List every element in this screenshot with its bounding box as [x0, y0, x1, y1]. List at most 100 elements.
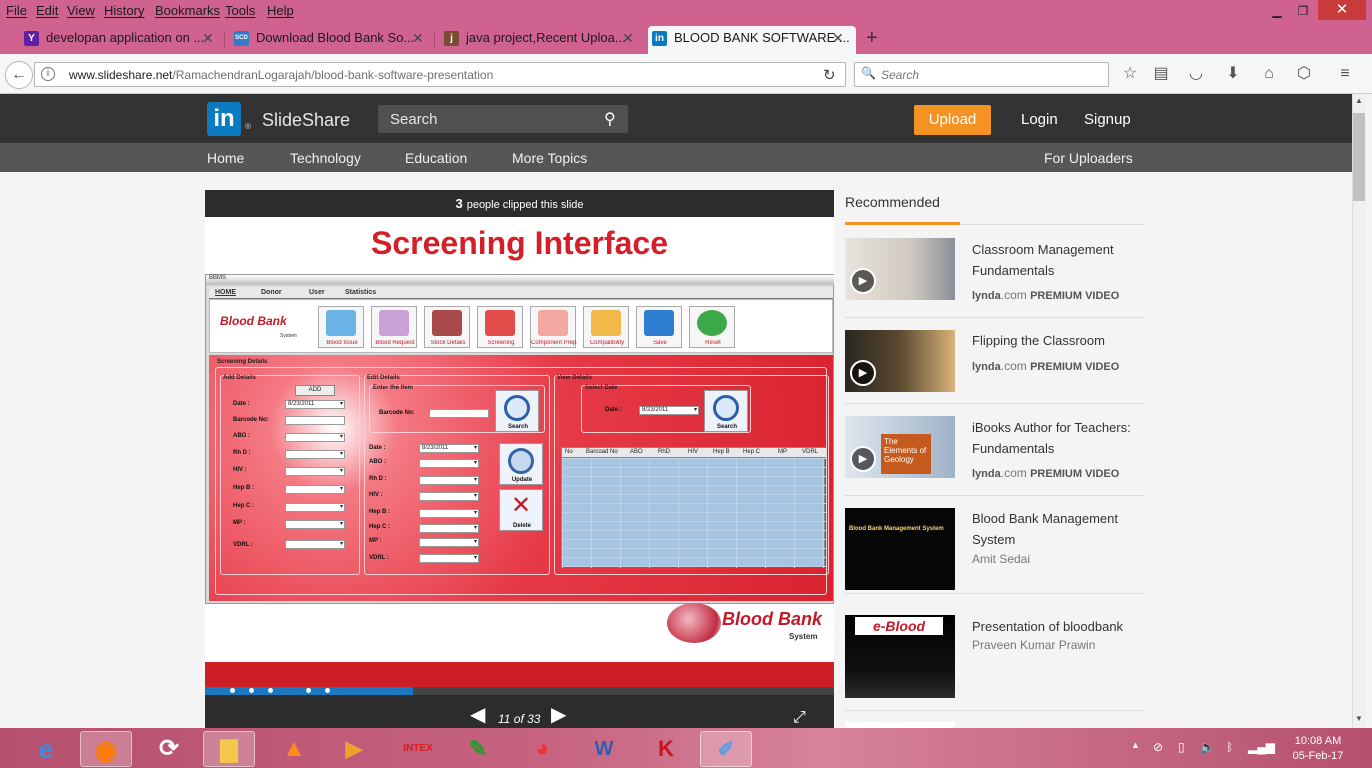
- extension-icon[interactable]: ⬡: [1294, 64, 1314, 84]
- url-bar[interactable]: i www.slideshare.net/RamachendranLogaraj…: [34, 62, 846, 87]
- notepad-plus-icon[interactable]: ✎: [452, 731, 504, 767]
- slide-view[interactable]: Screening Interface BBMS HOME Donor User…: [205, 217, 834, 687]
- nav-education[interactable]: Education: [405, 150, 467, 166]
- next-slide-icon[interactable]: ▶: [551, 702, 566, 727]
- bookmark-star-icon[interactable]: ☆: [1120, 64, 1140, 84]
- menu-bookmarks[interactable]: Bookmarks: [155, 3, 220, 18]
- recommended-title[interactable]: Blood Bank Management System: [972, 508, 1144, 550]
- hamburger-menu-icon[interactable]: ≡: [1335, 64, 1355, 84]
- progress-dot[interactable]: [249, 688, 254, 693]
- slide-thumbnail[interactable]: e-Blood: [845, 615, 955, 698]
- prev-slide-icon[interactable]: ◀: [470, 702, 485, 727]
- tab-blood-bank-active[interactable]: in BLOOD BANK SOFTWARE ... ✕: [648, 26, 856, 54]
- kaspersky-icon[interactable]: K: [640, 731, 692, 767]
- linkedin-logo[interactable]: in: [207, 102, 241, 136]
- window-close-button[interactable]: ✕: [1318, 0, 1366, 20]
- internet-explorer-icon[interactable]: e: [20, 731, 72, 767]
- intex-app-icon[interactable]: INTEX: [392, 731, 444, 767]
- upload-button[interactable]: Upload: [914, 105, 991, 135]
- recommended-item[interactable]: e-Blood Presentation of bloodbank Pravee…: [845, 594, 1144, 711]
- recommended-item[interactable]: The Elements of Geology ▶ iBooks Author …: [845, 404, 1144, 496]
- close-tab-icon[interactable]: ✕: [832, 30, 844, 46]
- recommended-author[interactable]: Praveen Kumar Prawin: [972, 638, 1095, 652]
- pocket-icon[interactable]: ◡: [1186, 64, 1206, 84]
- close-tab-icon[interactable]: ✕: [412, 30, 424, 46]
- search-icon[interactable]: ⚲: [604, 109, 616, 129]
- volume-tray-icon[interactable]: 🔈: [1200, 740, 1215, 754]
- tray-expand-icon[interactable]: ▲: [1131, 740, 1140, 750]
- recommended-tab[interactable]: Recommended: [845, 194, 940, 210]
- progress-dot[interactable]: [325, 688, 330, 693]
- paint-icon[interactable]: ✐: [700, 731, 752, 767]
- site-search-input[interactable]: Search ⚲: [378, 105, 628, 133]
- edit-hepb-select: [419, 509, 479, 518]
- fullscreen-icon[interactable]: ⤢: [793, 709, 806, 727]
- nav-for-uploaders[interactable]: For Uploaders: [1044, 150, 1133, 166]
- menu-view[interactable]: View: [67, 3, 95, 18]
- browser-search-box[interactable]: 🔍 Search: [854, 62, 1109, 87]
- bluetooth-tray-icon[interactable]: ᛒ: [1226, 740, 1233, 754]
- progress-dot[interactable]: [268, 688, 273, 693]
- menu-edit[interactable]: Edit: [36, 3, 58, 18]
- recommended-title[interactable]: Presentation of bloodbank: [972, 616, 1144, 637]
- sync-app-icon[interactable]: ⟳: [143, 731, 195, 767]
- file-explorer-icon[interactable]: ▇: [203, 731, 255, 767]
- play-icon[interactable]: ▶: [850, 360, 876, 386]
- download-icon[interactable]: ⬇: [1223, 64, 1243, 84]
- video-thumbnail[interactable]: ▶: [845, 330, 955, 392]
- menu-history[interactable]: History: [104, 3, 144, 18]
- nav-technology[interactable]: Technology: [290, 150, 361, 166]
- restore-icon[interactable]: ❐: [1292, 3, 1314, 19]
- firefox-icon[interactable]: ◉: [80, 731, 132, 767]
- home-icon[interactable]: ⌂: [1259, 64, 1279, 84]
- minimize-icon[interactable]: ▁: [1266, 3, 1288, 19]
- reading-list-icon[interactable]: ▤: [1151, 64, 1171, 84]
- info-icon[interactable]: i: [41, 67, 55, 81]
- recommended-title[interactable]: Classroom Management Fundamentals: [972, 239, 1144, 281]
- signup-link[interactable]: Signup: [1084, 111, 1131, 128]
- play-icon[interactable]: ▶: [850, 268, 876, 294]
- menu-file[interactable]: File: [6, 3, 27, 18]
- video-thumbnail[interactable]: ▶: [845, 238, 955, 300]
- video-thumbnail[interactable]: The Elements of Geology ▶: [845, 416, 955, 478]
- login-link[interactable]: Login: [1021, 111, 1058, 128]
- recommended-title[interactable]: iBooks Author for Teachers: Fundamentals: [972, 417, 1144, 459]
- taskbar-clock[interactable]: 10:08 AM 05-Feb-17: [1283, 734, 1353, 764]
- menu-tools[interactable]: Tools: [225, 3, 255, 18]
- recommended-author[interactable]: Amit Sedai: [972, 552, 1030, 566]
- back-button[interactable]: ←: [5, 61, 33, 89]
- navigation-bar: ← i www.slideshare.net/RamachendranLogar…: [0, 54, 1372, 94]
- slide-progress-bar[interactable]: [205, 687, 834, 695]
- nav-home[interactable]: Home: [207, 150, 244, 166]
- word-icon[interactable]: W: [578, 731, 630, 767]
- reload-icon[interactable]: ↻: [823, 66, 836, 84]
- vlc-icon[interactable]: ▲: [268, 731, 320, 767]
- recommended-source: lynda.com PREMIUM VIDEO: [972, 359, 1120, 373]
- power-tray-icon[interactable]: ▯: [1178, 740, 1185, 754]
- progress-dot[interactable]: [230, 688, 235, 693]
- recorder-app-icon[interactable]: ◕: [516, 731, 568, 767]
- slide-thumbnail[interactable]: Blood Bank Management System: [845, 508, 955, 590]
- signal-tray-icon[interactable]: ▂▄▆: [1248, 740, 1275, 754]
- site-title[interactable]: SlideShare: [262, 110, 350, 131]
- media-player-icon[interactable]: ▶: [328, 731, 380, 767]
- tab-yahoo[interactable]: Y developan application on ... ✕: [20, 26, 220, 54]
- play-icon[interactable]: ▶: [850, 446, 876, 472]
- close-tab-icon[interactable]: ✕: [202, 30, 214, 46]
- recommended-item[interactable]: Blood Bank Management System Blood Bank …: [845, 496, 1144, 594]
- java-icon: j: [444, 31, 459, 46]
- tab-java-project[interactable]: j java project,Recent Uploa... ✕: [440, 26, 640, 54]
- scrollbar-thumb[interactable]: [1353, 113, 1365, 201]
- recommended-item[interactable]: ▶ Classroom Management Fundamentals lynd…: [845, 226, 1144, 318]
- recommended-title[interactable]: Flipping the Classroom: [972, 330, 1144, 351]
- antivirus-tray-icon[interactable]: ⊘: [1153, 740, 1163, 754]
- tab-download[interactable]: SCD Download Blood Bank So... ✕: [230, 26, 430, 54]
- search-engine-icon[interactable]: 🔍: [861, 66, 876, 80]
- new-tab-button[interactable]: +: [866, 27, 878, 50]
- close-tab-icon[interactable]: ✕: [622, 30, 634, 46]
- app-screenshot: BBMS HOME Donor User Statistics Blood Ba…: [205, 274, 834, 604]
- nav-more-topics[interactable]: More Topics: [512, 150, 587, 166]
- progress-dot[interactable]: [306, 688, 311, 693]
- recommended-item[interactable]: ▶ Flipping the Classroom lynda.com PREMI…: [845, 318, 1144, 404]
- menu-help[interactable]: Help: [267, 3, 294, 18]
